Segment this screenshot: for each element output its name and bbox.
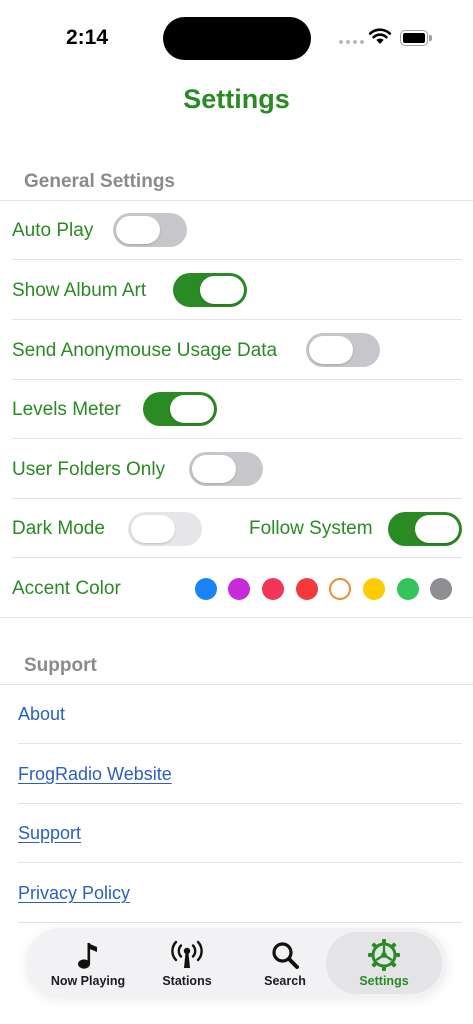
status-bar: 2:14	[0, 0, 473, 76]
divider	[12, 379, 462, 380]
accent-swatch-green[interactable]	[397, 578, 419, 600]
tab-now-playing-label: Now Playing	[50, 973, 126, 988]
tab-settings-label: Settings	[359, 973, 409, 988]
page-title: Settings	[183, 84, 290, 114]
gear-icon	[368, 938, 400, 971]
user-folders-only-toggle[interactable]	[189, 452, 263, 486]
frogradio-website-link[interactable]: FrogRadio Website	[18, 764, 172, 785]
tab-search[interactable]: Search	[235, 928, 335, 998]
tab-stations-label: Stations	[162, 973, 212, 988]
levels-meter-toggle[interactable]	[143, 392, 217, 426]
usage-data-label: Send Anonymouse Usage Data	[12, 340, 278, 361]
tab-stations[interactable]: Stations	[137, 928, 237, 998]
divider	[18, 803, 462, 804]
divider	[18, 922, 462, 923]
divider	[12, 557, 462, 558]
support-link[interactable]: Support	[18, 823, 81, 844]
divider	[12, 438, 462, 439]
dynamic-island	[163, 17, 311, 60]
dark-mode-label: Dark Mode	[12, 518, 105, 539]
tab-now-playing[interactable]: Now Playing	[38, 928, 138, 998]
follow-system-label: Follow System	[249, 518, 373, 539]
auto-play-label: Auto Play	[12, 220, 94, 241]
show-album-art-toggle[interactable]	[173, 273, 247, 307]
support-header: Support	[24, 655, 97, 676]
accent-swatch-gray[interactable]	[430, 578, 452, 600]
divider	[12, 319, 462, 320]
divider	[0, 617, 473, 618]
dark-mode-toggle[interactable]	[128, 512, 202, 546]
tab-settings[interactable]: Settings	[326, 932, 442, 994]
divider	[18, 862, 462, 863]
accent-swatch-orange[interactable]	[329, 578, 351, 600]
status-time: 2:14	[66, 26, 109, 49]
user-folders-only-label: User Folders Only	[12, 459, 166, 480]
show-album-art-label: Show Album Art	[12, 280, 147, 301]
accent-swatch-pink[interactable]	[262, 578, 284, 600]
auto-play-toggle[interactable]	[113, 213, 187, 247]
music-note-icon	[78, 942, 97, 969]
wifi-icon	[368, 28, 392, 44]
cellular-signal-icon	[339, 40, 364, 44]
about-link[interactable]: About	[18, 704, 65, 725]
levels-meter-label: Levels Meter	[12, 399, 121, 420]
follow-system-toggle[interactable]	[388, 512, 462, 546]
battery-icon	[400, 30, 432, 46]
divider	[12, 259, 462, 260]
general-settings-header: General Settings	[24, 171, 175, 192]
divider	[12, 498, 462, 499]
antenna-radio-icon	[171, 940, 203, 968]
accent-swatch-blue[interactable]	[195, 578, 217, 600]
divider	[0, 684, 473, 685]
usage-data-toggle[interactable]	[306, 333, 380, 367]
accent-swatch-yellow[interactable]	[363, 578, 385, 600]
tab-bar: Now Playing Stations Search Settings	[26, 928, 447, 998]
accent-color-label: Accent Color	[12, 578, 121, 599]
search-icon	[272, 941, 299, 969]
accent-swatch-red[interactable]	[296, 578, 318, 600]
tab-search-label: Search	[264, 973, 306, 988]
divider	[18, 743, 462, 744]
divider	[0, 200, 473, 201]
accent-swatch-purple[interactable]	[228, 578, 250, 600]
privacy-policy-link[interactable]: Privacy Policy	[18, 883, 130, 904]
